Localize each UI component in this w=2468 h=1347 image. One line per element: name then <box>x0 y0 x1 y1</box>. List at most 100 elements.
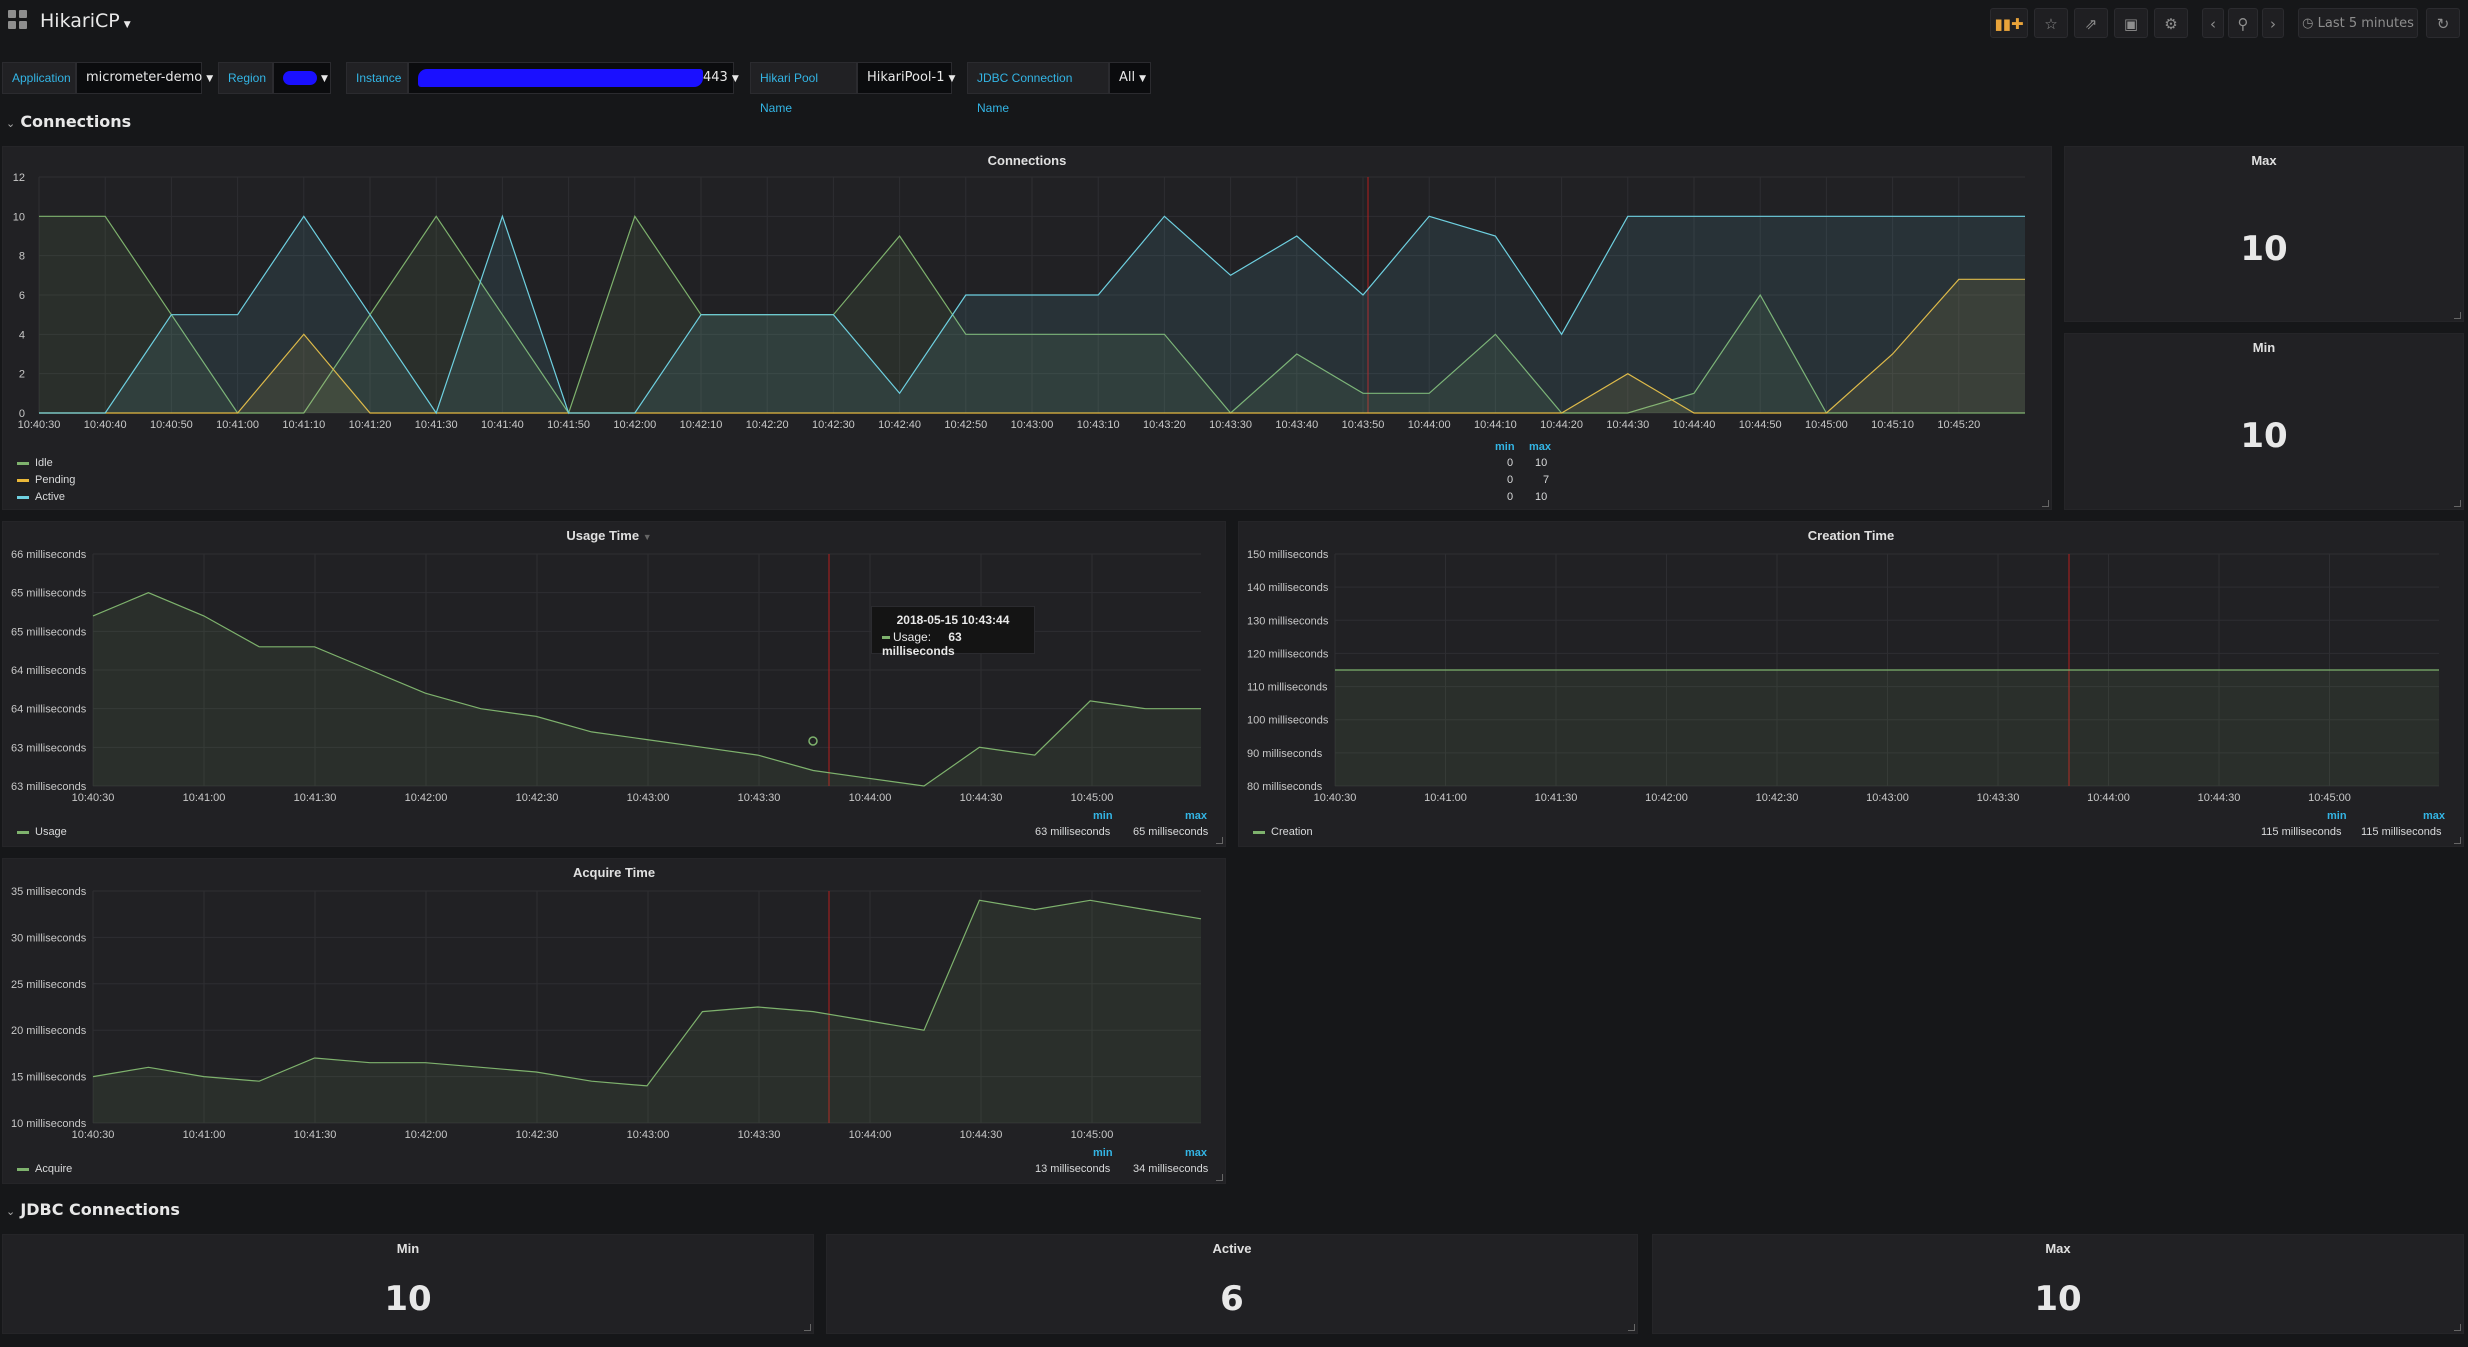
legend-item-pending[interactable]: Pending <box>17 474 75 486</box>
x-tick-label: 10:41:20 <box>349 419 392 431</box>
panel-title[interactable]: Max <box>1653 1241 2463 1256</box>
x-tick-label: 10:45:00 <box>2308 792 2351 804</box>
save-icon[interactable]: ▣ <box>2114 8 2148 38</box>
x-tick-label: 10:41:30 <box>294 1129 337 1141</box>
x-tick-label: 10:45:10 <box>1871 419 1914 431</box>
star-icon[interactable]: ☆ <box>2034 8 2068 38</box>
tooltip-swatch <box>882 636 890 640</box>
legend-item-active[interactable]: Active <box>17 491 65 503</box>
resize-handle[interactable] <box>2454 1324 2461 1331</box>
x-tick-label: 10:41:00 <box>183 1129 226 1141</box>
resize-handle[interactable] <box>2454 312 2461 319</box>
resize-handle[interactable] <box>1628 1324 1635 1331</box>
legend-header-min: min <box>1495 441 1515 453</box>
var-label-instance: Instance <box>346 62 408 94</box>
panel-title[interactable]: Min <box>3 1241 813 1256</box>
usage-time-panel: Usage Time ▼ 63 milliseconds 63 milliseco… <box>2 521 1226 847</box>
resize-handle[interactable] <box>2042 500 2049 507</box>
var-value-jdbc: All <box>1119 70 1136 85</box>
x-tick-label: 10:43:30 <box>738 1129 781 1141</box>
legend-item-creation[interactable]: Creation <box>1253 826 1313 838</box>
resize-handle[interactable] <box>1216 1174 1223 1181</box>
clock-icon: ◷ <box>2302 16 2314 31</box>
add-panel-icon[interactable]: ▮▮✚ <box>1990 8 2028 38</box>
y-tick-label: 10 <box>13 211 25 223</box>
y-tick-label: 25 milliseconds <box>11 979 87 991</box>
jdbc-min-stat-panel: Min 10 <box>2 1234 814 1334</box>
x-tick-label: 10:41:00 <box>216 419 259 431</box>
hover-point <box>808 736 818 746</box>
x-tick-label: 10:43:30 <box>1977 792 2020 804</box>
resize-handle[interactable] <box>1216 837 1223 844</box>
x-tick-label: 10:42:50 <box>944 419 987 431</box>
y-tick-label: 65 milliseconds <box>11 588 87 600</box>
swatch-active <box>17 495 29 499</box>
chevron-left-icon[interactable]: ‹ <box>2202 8 2224 38</box>
y-tick-label: 12 <box>13 172 25 184</box>
var-select-jdbc[interactable]: All ▼ <box>1109 62 1151 94</box>
x-tick-label: 10:42:30 <box>812 419 855 431</box>
redacted-region <box>283 70 317 85</box>
y-tick-label: 100 milliseconds <box>1247 715 1329 727</box>
legend-name: Idle <box>35 457 53 469</box>
x-tick-label: 10:43:00 <box>1866 792 1909 804</box>
y-tick-label: 80 milliseconds <box>1247 781 1323 793</box>
x-tick-label: 10:44:00 <box>849 1129 892 1141</box>
row-header-connections[interactable]: ⌄ Connections <box>6 112 131 131</box>
x-tick-label: 10:45:00 <box>1071 1129 1114 1141</box>
resize-handle[interactable] <box>2454 837 2461 844</box>
y-tick-label: 30 milliseconds <box>11 932 87 944</box>
zoom-out-icon[interactable]: ⚲ <box>2228 8 2258 38</box>
x-tick-label: 10:44:00 <box>1408 419 1451 431</box>
var-select-region[interactable]: ▼ <box>273 62 331 94</box>
connections-graph-panel: Connections 0 2 4 6 8 10 12 10:40:30 10:40:40 10:… <box>2 146 2052 510</box>
time-range-picker[interactable]: ◷ Last 5 minutes <box>2298 8 2418 38</box>
panel-title[interactable]: Min <box>2065 340 2463 355</box>
dashboard-title-dropdown[interactable]: HikariCP ▼ <box>40 10 131 32</box>
legend-max: 10 <box>1535 491 1548 503</box>
row-header-jdbc[interactable]: ⌄ JDBC Connections <box>6 1200 180 1219</box>
grafana-menu-icon[interactable] <box>8 10 28 30</box>
x-tick-label: 10:44:30 <box>2198 792 2241 804</box>
x-tick-label: 10:44:00 <box>2087 792 2130 804</box>
caret-down-icon: ▼ <box>948 74 956 84</box>
gear-icon[interactable]: ⚙ <box>2154 8 2188 38</box>
x-tick-label: 10:42:10 <box>680 419 723 431</box>
caret-down-icon: ▼ <box>731 74 739 84</box>
x-tick-label: 10:43:50 <box>1342 419 1385 431</box>
jdbc-max-stat-panel: Max 10 <box>1652 1234 2464 1334</box>
legend-item-acquire[interactable]: Acquire <box>17 1163 72 1175</box>
share-icon[interactable]: ⇗ <box>2074 8 2108 38</box>
y-tick-label: 130 milliseconds <box>1247 615 1329 627</box>
var-label-jdbc: JDBC Connection Name <box>967 62 1109 115</box>
var-select-pool[interactable]: HikariPool-1 ▼ <box>857 62 956 94</box>
stat-value: 10 <box>2240 229 2288 269</box>
var-select-instance[interactable]: 443 ▼ <box>408 62 739 94</box>
resize-handle[interactable] <box>804 1324 811 1331</box>
creation-chart: 80 milliseconds 90 milliseconds 100 millis… <box>1247 549 2439 804</box>
usage-chart: 63 milliseconds63 milliseconds64 millise… <box>11 549 1201 804</box>
resize-handle[interactable] <box>2454 500 2461 507</box>
swatch-idle <box>17 461 29 465</box>
legend-name: Pending <box>35 474 76 486</box>
stat-value: 10 <box>384 1279 432 1319</box>
x-tick-label: 10:43:30 <box>738 792 781 804</box>
panel-title[interactable]: Active <box>827 1241 1637 1256</box>
x-tick-label: 10:41:30 <box>415 419 458 431</box>
x-tick-label: 10:43:30 <box>1209 419 1252 431</box>
acquire-time-panel: Acquire Time 10 milliseconds 15 milliseco… <box>2 858 1226 1184</box>
legend-min: 0 <box>1507 491 1514 503</box>
x-tick-label: 10:41:30 <box>294 792 337 804</box>
legend-max: 65 milliseconds <box>1133 826 1209 838</box>
swatch-creation <box>1253 830 1265 834</box>
legend-item-usage[interactable]: Usage <box>17 826 67 838</box>
chevron-right-icon[interactable]: › <box>2262 8 2284 38</box>
legend-item-idle[interactable]: Idle <box>17 457 53 469</box>
panel-title[interactable]: Max <box>2065 153 2463 168</box>
y-tick-label: 63 milliseconds <box>11 742 87 754</box>
y-tick-label: 4 <box>19 329 25 341</box>
refresh-icon[interactable]: ↻ <box>2426 8 2460 38</box>
x-tick-label: 10:40:30 <box>72 1129 115 1141</box>
x-tick-label: 10:42:00 <box>613 419 656 431</box>
var-select-application[interactable]: micrometer-demo ▼ <box>76 62 213 94</box>
